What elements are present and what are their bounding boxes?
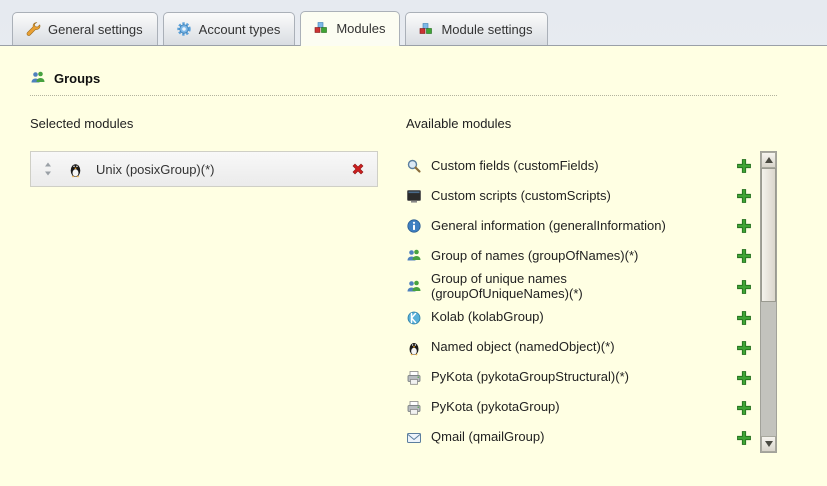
sort-arrows-icon [40, 161, 56, 177]
available-module-label: Named object (namedObject)(*) [431, 340, 703, 355]
available-module-label: Kolab (kolabGroup) [431, 310, 703, 325]
plus-icon [736, 400, 752, 416]
available-modules-list: Custom fields (customFields) Custom scri… [406, 151, 753, 453]
wrench-icon [25, 21, 41, 37]
tab-label: Modules [336, 21, 385, 36]
plus-icon [736, 248, 752, 264]
selected-modules-list: Unix (posixGroup)(*) [30, 151, 378, 187]
magnifier-icon [406, 158, 422, 174]
gear-icon [176, 21, 192, 37]
available-module-label: Custom fields (customFields) [431, 159, 703, 174]
plus-icon [736, 188, 752, 204]
kolab-icon [406, 310, 422, 326]
available-module-row: Custom fields (customFields) [406, 151, 753, 181]
available-module-row: Kolab (kolabGroup) [406, 303, 753, 333]
available-module-row: Named object (namedObject)(*) [406, 333, 753, 363]
plus-icon [736, 310, 752, 326]
remove-module-button[interactable] [349, 160, 367, 178]
available-module-row: General information (generalInformation) [406, 211, 753, 241]
available-module-label: Qmail (qmailGroup) [431, 430, 703, 445]
available-module-label: Group of names (groupOfNames)(*) [431, 249, 703, 264]
add-module-button[interactable] [735, 399, 753, 417]
printer-icon [406, 370, 422, 386]
add-module-button[interactable] [735, 278, 753, 296]
scroll-down-button[interactable] [761, 436, 776, 452]
tab-label: Module settings [441, 22, 532, 37]
tab-label: Account types [199, 22, 281, 37]
page-title: Groups [54, 71, 100, 86]
plus-icon [736, 279, 752, 295]
available-module-label: Group of unique names (groupOfUniqueName… [431, 272, 703, 302]
available-module-row: Qmail (qmailGroup) [406, 423, 753, 453]
available-module-label: General information (generalInformation) [431, 219, 703, 234]
plus-icon [736, 340, 752, 356]
tab-general-settings[interactable]: General settings [12, 12, 158, 45]
groups-icon [30, 70, 46, 86]
tab-account-types[interactable]: Account types [163, 12, 296, 45]
plus-icon [736, 158, 752, 174]
arrow-up-icon [765, 157, 773, 163]
scrollbar-track[interactable] [761, 168, 776, 436]
available-module-row: Custom scripts (customScripts) [406, 181, 753, 211]
screen-icon [406, 188, 422, 204]
add-module-button[interactable] [735, 217, 753, 235]
selected-modules-column: Selected modules Unix (posixGroup)(*) [30, 116, 378, 453]
plus-icon [736, 370, 752, 386]
scroll-up-button[interactable] [761, 152, 776, 168]
tab-bar: General settings Account types Modules M… [0, 0, 827, 46]
modules-icon [313, 20, 329, 36]
arrow-down-icon [765, 441, 773, 447]
tab-label: General settings [48, 22, 143, 37]
add-module-button[interactable] [735, 309, 753, 327]
selected-modules-heading: Selected modules [30, 116, 378, 131]
available-module-label: Custom scripts (customScripts) [431, 189, 703, 204]
modules-tab-content: Groups Selected modules Unix (posixGroup… [0, 46, 827, 486]
add-module-button[interactable] [735, 339, 753, 357]
available-module-label: PyKota (pykotaGroupStructural)(*) [431, 370, 703, 385]
info-icon [406, 218, 422, 234]
modules-icon [418, 21, 434, 37]
available-module-label: PyKota (pykotaGroup) [431, 400, 703, 415]
tab-module-settings[interactable]: Module settings [405, 12, 547, 45]
plus-icon [736, 218, 752, 234]
add-module-button[interactable] [735, 187, 753, 205]
settings-window: General settings Account types Modules M… [0, 0, 827, 486]
available-module-row: Group of unique names (groupOfUniqueName… [406, 271, 753, 303]
add-module-button[interactable] [735, 429, 753, 447]
scrollbar-thumb[interactable] [761, 168, 776, 302]
available-modules-heading: Available modules [406, 116, 777, 131]
groups-icon [406, 279, 422, 295]
add-module-button[interactable] [735, 369, 753, 387]
drag-handle[interactable] [41, 161, 55, 177]
mail-icon [406, 430, 422, 446]
add-module-button[interactable] [735, 247, 753, 265]
tux-icon [67, 161, 84, 178]
available-module-row: PyKota (pykotaGroup) [406, 393, 753, 423]
delete-icon [350, 161, 366, 177]
tab-modules[interactable]: Modules [300, 11, 400, 46]
available-modules-column: Available modules Custom fields (customF… [406, 116, 777, 453]
selected-module-label: Unix (posixGroup)(*) [96, 162, 337, 177]
available-module-row: PyKota (pykotaGroupStructural)(*) [406, 363, 753, 393]
selected-module-row: Unix (posixGroup)(*) [30, 151, 378, 187]
available-module-row: Group of names (groupOfNames)(*) [406, 241, 753, 271]
tux-icon [406, 340, 422, 356]
available-modules-scrollbar[interactable] [760, 151, 777, 453]
printer-icon [406, 400, 422, 416]
groups-icon [406, 248, 422, 264]
section-header: Groups [30, 70, 777, 96]
plus-icon [736, 430, 752, 446]
add-module-button[interactable] [735, 157, 753, 175]
